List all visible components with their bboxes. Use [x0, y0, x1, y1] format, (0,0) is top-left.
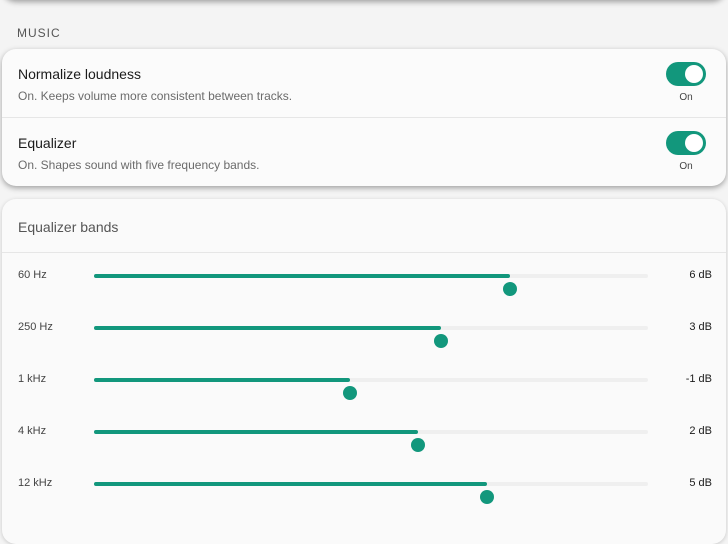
divider: [2, 252, 726, 253]
setting-description: On. Keeps volume more consistent between…: [18, 89, 293, 103]
band-slider-thumb[interactable]: [411, 438, 426, 452]
band-slider-12khz[interactable]: [94, 482, 648, 504]
band-slider-fill: [94, 482, 487, 486]
section-heading-music: MUSIC: [17, 26, 61, 40]
setting-title: Equalizer: [18, 135, 77, 151]
band-slider-thumb[interactable]: [434, 334, 449, 348]
equalizer-bands-card: Equalizer bands 60 Hz 6 dB 250 Hz 3 dB 1…: [2, 199, 726, 544]
band-slider-60hz[interactable]: [94, 274, 648, 296]
band-slider-250hz[interactable]: [94, 326, 648, 348]
toggle-knob: [685, 65, 703, 83]
band-slider-thumb[interactable]: [502, 282, 517, 296]
band-slider-4khz[interactable]: [94, 430, 648, 452]
band-row-60hz: 60 Hz 6 dB: [2, 261, 726, 296]
toggle-knob: [685, 134, 703, 152]
band-value: 5 dB: [689, 477, 712, 489]
setting-title: Normalize loudness: [18, 66, 141, 82]
band-row-250hz: 250 Hz 3 dB: [2, 313, 726, 348]
toggle-state-label: On: [679, 92, 693, 103]
band-slider-fill: [94, 430, 419, 434]
setting-row-equalizer[interactable]: Equalizer On. Shapes sound with five fre…: [2, 118, 726, 186]
band-label: 250 Hz: [18, 321, 53, 333]
band-slider-1khz[interactable]: [94, 378, 648, 400]
band-slider-fill: [94, 378, 350, 382]
music-settings-card: Normalize loudness On. Keeps volume more…: [2, 49, 726, 186]
band-slider-fill: [94, 274, 510, 278]
band-row-4khz: 4 kHz 2 dB: [2, 417, 726, 452]
band-value: -1 dB: [685, 373, 712, 385]
band-value: 2 dB: [689, 425, 712, 437]
setting-description: On. Shapes sound with five frequency ban…: [18, 158, 260, 172]
band-slider-fill: [94, 326, 442, 330]
normalize-loudness-toggle[interactable]: [666, 62, 706, 86]
band-value: 6 dB: [689, 269, 712, 281]
band-row-1khz: 1 kHz -1 dB: [2, 365, 726, 400]
band-row-12khz: 12 kHz 5 dB: [2, 469, 726, 504]
band-label: 4 kHz: [18, 425, 47, 437]
band-value: 3 dB: [689, 321, 712, 333]
band-slider-thumb[interactable]: [342, 386, 357, 400]
toggle-state-label: On: [679, 161, 693, 172]
band-slider-thumb[interactable]: [479, 490, 494, 504]
band-label: 1 kHz: [18, 373, 47, 385]
band-label: 60 Hz: [18, 269, 47, 281]
setting-row-normalize-loudness[interactable]: Normalize loudness On. Keeps volume more…: [2, 49, 726, 117]
equalizer-bands-title: Equalizer bands: [18, 219, 119, 235]
equalizer-toggle[interactable]: [666, 131, 706, 155]
band-label: 12 kHz: [18, 477, 53, 489]
